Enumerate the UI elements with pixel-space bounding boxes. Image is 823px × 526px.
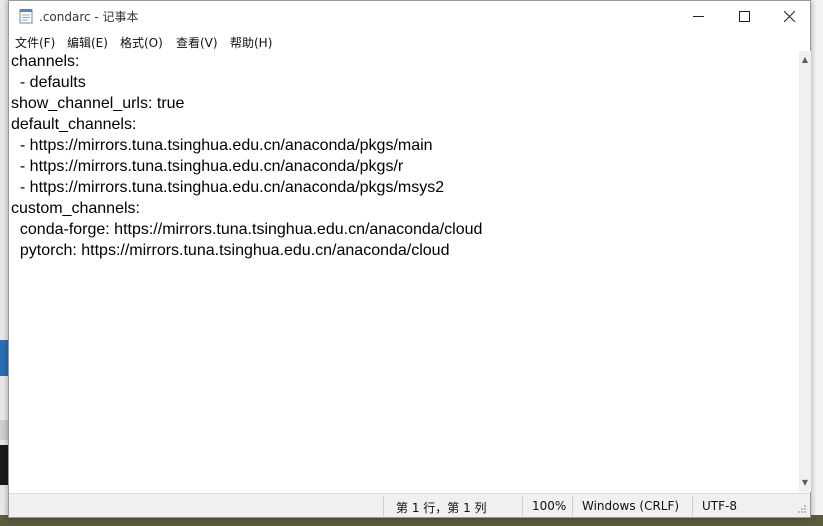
cursor-position: 第 1 行，第 1 列 — [396, 501, 487, 515]
status-divider — [692, 496, 693, 516]
editor-line: show_channel_urls: true — [11, 95, 185, 112]
menu-help[interactable]: 帮助(H) — [230, 34, 272, 51]
minimize-icon — [692, 15, 704, 17]
desktop-background-right — [809, 0, 823, 526]
close-icon — [783, 10, 795, 22]
encoding: UTF-8 — [702, 499, 737, 513]
maximize-button[interactable] — [721, 1, 767, 31]
line-ending: Windows (CRLF) — [582, 499, 680, 513]
scroll-down-arrow-icon[interactable]: ▼ — [799, 476, 811, 490]
menu-format[interactable]: 格式(O) — [120, 34, 163, 51]
maximize-icon — [738, 10, 750, 22]
notepad-window: .condarc - 记事本 文件(F) 编辑(E) 格式(O) 查看(V) 帮… — [8, 0, 811, 518]
status-divider — [522, 496, 523, 516]
editor-line: custom_channels: — [11, 200, 140, 217]
editor-line: channels: — [11, 53, 80, 70]
editor-line: - https://mirrors.tuna.tsinghua.edu.cn/a… — [11, 158, 404, 175]
menu-edit[interactable]: 编辑(E) — [67, 34, 108, 51]
zoom-level: 100% — [532, 499, 567, 513]
menu-bar: 文件(F) 编辑(E) 格式(O) 查看(V) 帮助(H) — [9, 31, 810, 51]
editor-line: conda-forge: https://mirrors.tuna.tsingh… — [11, 221, 483, 238]
title-bar[interactable]: .condarc - 记事本 — [9, 1, 810, 31]
text-editor-area[interactable]: channels: - defaults show_channel_urls: … — [9, 51, 799, 492]
editor-line: default_channels: — [11, 116, 137, 133]
editor-line: pytorch: https://mirrors.tuna.tsinghua.e… — [11, 242, 450, 259]
menu-view[interactable]: 查看(V) — [176, 34, 218, 51]
resize-grip-icon[interactable] — [797, 504, 807, 514]
vertical-scrollbar[interactable]: ▲ ▼ — [799, 51, 811, 492]
editor-line: - https://mirrors.tuna.tsinghua.edu.cn/a… — [11, 137, 433, 154]
window-title: .condarc - 记事本 — [39, 10, 139, 24]
scroll-up-arrow-icon[interactable]: ▲ — [799, 53, 811, 67]
menu-file[interactable]: 文件(F) — [15, 34, 55, 51]
editor-line: - https://mirrors.tuna.tsinghua.edu.cn/a… — [11, 179, 445, 196]
status-bar: 第 1 行，第 1 列 100% Windows (CRLF) UTF-8 — [9, 493, 810, 517]
editor-line: - defaults — [11, 74, 86, 91]
notepad-icon — [19, 8, 33, 24]
status-divider — [572, 496, 573, 516]
close-button[interactable] — [766, 1, 812, 31]
status-divider — [383, 496, 384, 516]
minimize-button[interactable] — [675, 1, 721, 31]
